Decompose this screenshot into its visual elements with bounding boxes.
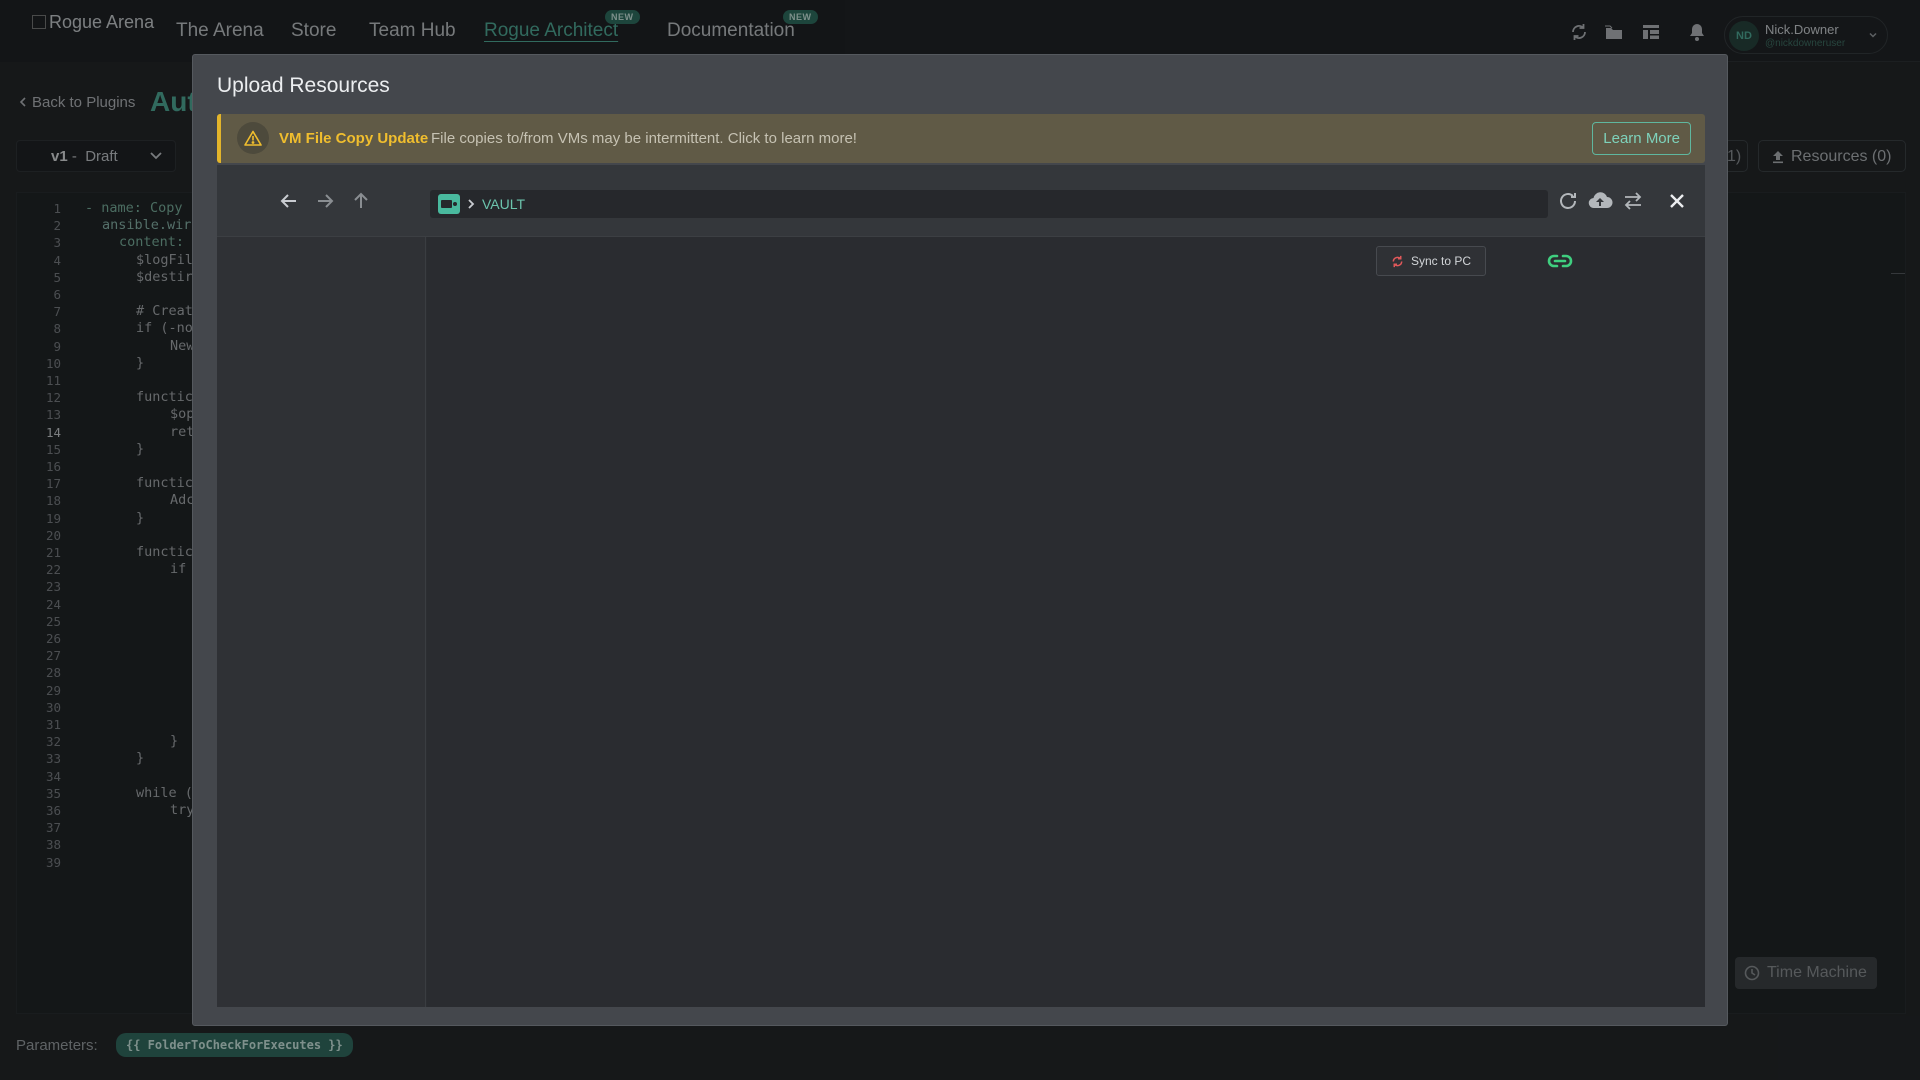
modal-title: Upload Resources: [217, 74, 390, 97]
sync-to-pc-button[interactable]: Sync to PC: [1376, 246, 1486, 276]
file-browser-sidebar: [217, 237, 426, 1007]
arrow-right-icon[interactable]: [314, 190, 336, 212]
file-browser-toolbar: VAULT: [217, 165, 1705, 237]
close-icon[interactable]: [1665, 189, 1689, 213]
vm-file-copy-banner[interactable]: VM File Copy Update File copies to/from …: [217, 114, 1705, 163]
warning-badge: [237, 122, 269, 154]
refresh-icon[interactable]: [1556, 189, 1580, 213]
path-bar[interactable]: VAULT: [430, 190, 1548, 218]
sync-icon: [1392, 255, 1403, 268]
cloud-upload-icon[interactable]: [1586, 189, 1614, 213]
link-icon[interactable]: [1546, 249, 1574, 273]
sync-to-pc-label: Sync to PC: [1411, 254, 1472, 268]
path-segment-vault[interactable]: VAULT: [482, 196, 525, 212]
banner-title: VM File Copy Update: [279, 130, 429, 147]
arrow-up-icon[interactable]: [350, 190, 372, 212]
banner-text: File copies to/from VMs may be intermitt…: [431, 130, 857, 147]
swap-icon[interactable]: [1621, 189, 1645, 213]
file-browser-content[interactable]: [427, 237, 1705, 1007]
drive-icon: [438, 194, 460, 214]
chevron-right-icon: [468, 199, 475, 209]
warning-icon: [244, 130, 262, 146]
upload-resources-modal: Upload Resources VM File Copy Update Fil…: [192, 54, 1728, 1026]
learn-more-button[interactable]: Learn More: [1592, 122, 1691, 155]
file-browser: VAULT: [217, 165, 1705, 1007]
arrow-left-icon[interactable]: [278, 190, 300, 212]
